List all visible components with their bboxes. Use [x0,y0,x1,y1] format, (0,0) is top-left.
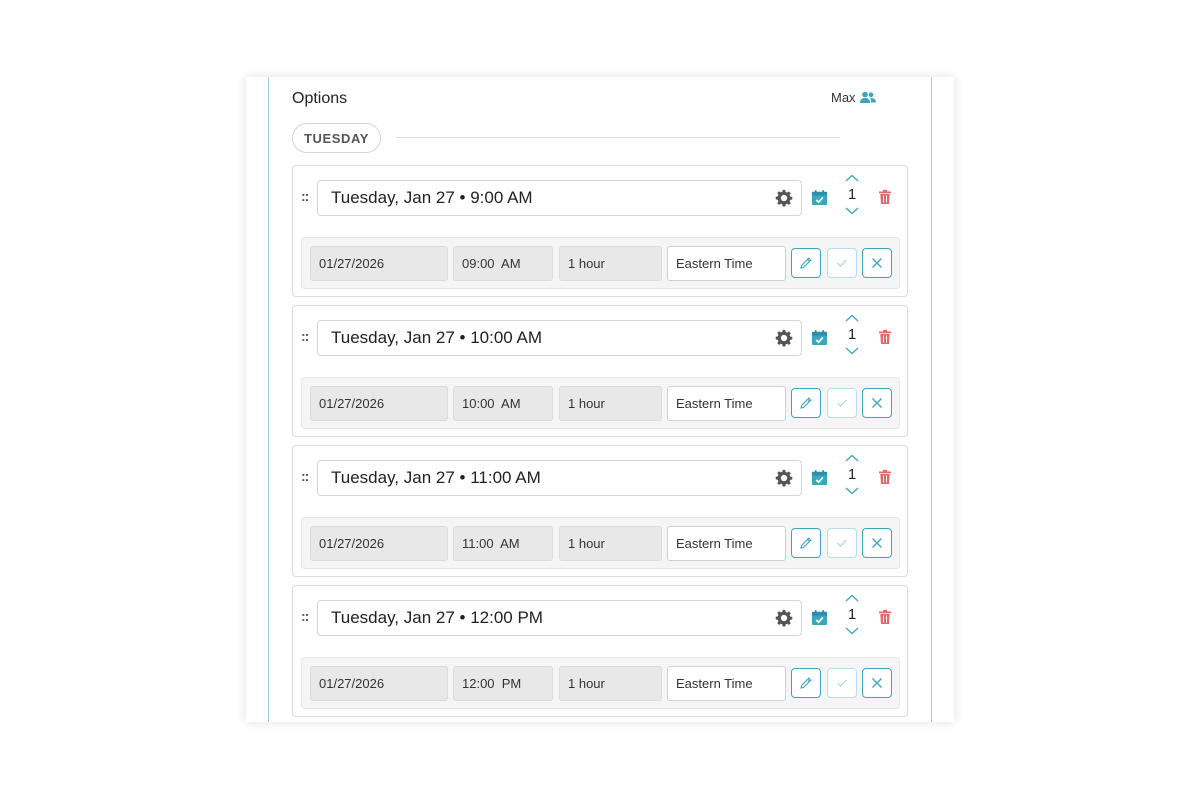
trash-icon[interactable] [878,469,892,485]
close-icon [872,258,882,268]
timezone-field[interactable]: Eastern Time [667,386,786,421]
quantity-value: 1 [847,606,857,623]
check-icon [837,259,847,267]
trash-icon[interactable] [878,329,892,345]
check-icon [837,399,847,407]
timezone-field[interactable]: Eastern Time [667,526,786,561]
calendar-icon[interactable] [811,469,828,486]
time-slot-card: :: Tuesday, Jan 27 • 10:00 AM 1 01/27/20… [292,305,908,437]
slot-title: Tuesday, Jan 27 • 9:00 AM [331,188,533,207]
pencil-icon [800,537,812,549]
slot-title-field[interactable]: Tuesday, Jan 27 • 10:00 AM [317,320,802,356]
confirm-button[interactable] [827,248,857,278]
timezone-field[interactable]: Eastern Time [667,666,786,701]
chevron-down-icon[interactable] [845,207,859,215]
chevron-down-icon[interactable] [845,487,859,495]
page: Options Max TUESDAY :: Tuesday, Jan 27 •… [0,0,1200,800]
slot-title: Tuesday, Jan 27 • 11:00 AM [331,468,541,487]
cancel-button[interactable] [862,248,892,278]
cancel-button[interactable] [862,668,892,698]
chevron-up-icon[interactable] [845,314,859,322]
date-field[interactable]: 01/27/2026 [310,386,448,421]
calendar-icon[interactable] [811,329,828,346]
timezone-field[interactable]: Eastern Time [667,246,786,281]
close-icon [872,678,882,688]
edit-button[interactable] [791,248,821,278]
gear-icon[interactable] [775,329,793,347]
date-field[interactable]: 01/27/2026 [310,526,448,561]
slot-title-field[interactable]: Tuesday, Jan 27 • 11:00 AM [317,460,802,496]
cancel-button[interactable] [862,528,892,558]
quantity-stepper[interactable]: 1 [841,454,863,502]
calendar-icon[interactable] [811,609,828,626]
chevron-up-icon[interactable] [845,594,859,602]
gear-icon[interactable] [775,609,793,627]
check-icon [837,539,847,547]
slot-edit-row: 01/27/2026 10:00 AM 1 hour Eastern Time [301,377,900,429]
slot-title: Tuesday, Jan 27 • 10:00 AM [331,328,543,347]
duration-field[interactable]: 1 hour [559,246,662,281]
day-divider [396,137,840,138]
users-icon [859,91,876,103]
slot-edit-row: 01/27/2026 11:00 AM 1 hour Eastern Time [301,517,900,569]
gear-icon[interactable] [775,189,793,207]
quantity-value: 1 [847,326,857,343]
quantity-stepper[interactable]: 1 [841,314,863,362]
chevron-up-icon[interactable] [845,454,859,462]
quantity-value: 1 [847,186,857,203]
cancel-button[interactable] [862,388,892,418]
drag-handle-icon[interactable]: :: [301,188,309,204]
edit-button[interactable] [791,528,821,558]
duration-field[interactable]: 1 hour [559,526,662,561]
duration-field[interactable]: 1 hour [559,666,662,701]
duration-field[interactable]: 1 hour [559,386,662,421]
max-header: Max [831,90,876,105]
check-icon [837,679,847,687]
drag-handle-icon[interactable]: :: [301,608,309,624]
max-label: Max [831,90,856,105]
trash-icon[interactable] [878,189,892,205]
trash-icon[interactable] [878,609,892,625]
day-group-pill[interactable]: TUESDAY [292,123,381,153]
slot-title-field[interactable]: Tuesday, Jan 27 • 12:00 PM [317,600,802,636]
time-slot-card: :: Tuesday, Jan 27 • 12:00 PM 1 01/27/20… [292,585,908,717]
calendar-icon[interactable] [811,189,828,206]
options-title: Options [292,90,348,107]
pencil-icon [800,257,812,269]
time-field[interactable]: 09:00 AM [453,246,553,281]
confirm-button[interactable] [827,668,857,698]
confirm-button[interactable] [827,388,857,418]
slot-edit-row: 01/27/2026 09:00 AM 1 hour Eastern Time [301,237,900,289]
quantity-stepper[interactable]: 1 [841,594,863,642]
chevron-down-icon[interactable] [845,347,859,355]
time-slot-card: :: Tuesday, Jan 27 • 11:00 AM 1 01/27/20… [292,445,908,577]
time-field[interactable]: 10:00 AM [453,386,553,421]
chevron-down-icon[interactable] [845,627,859,635]
close-icon [872,398,882,408]
gear-icon[interactable] [775,469,793,487]
time-field[interactable]: 12:00 PM [453,666,553,701]
slot-title-field[interactable]: Tuesday, Jan 27 • 9:00 AM [317,180,802,216]
time-slot-card: :: Tuesday, Jan 27 • 9:00 AM 1 01/27/202… [292,165,908,297]
confirm-button[interactable] [827,528,857,558]
slot-edit-row: 01/27/2026 12:00 PM 1 hour Eastern Time [301,657,900,709]
date-field[interactable]: 01/27/2026 [310,666,448,701]
drag-handle-icon[interactable]: :: [301,328,309,344]
time-field[interactable]: 11:00 AM [453,526,553,561]
pencil-icon [800,397,812,409]
pencil-icon [800,677,812,689]
quantity-value: 1 [847,466,857,483]
date-field[interactable]: 01/27/2026 [310,246,448,281]
drag-handle-icon[interactable]: :: [301,468,309,484]
close-icon [872,538,882,548]
chevron-up-icon[interactable] [845,174,859,182]
quantity-stepper[interactable]: 1 [841,174,863,222]
edit-button[interactable] [791,668,821,698]
slot-title: Tuesday, Jan 27 • 12:00 PM [331,608,543,627]
edit-button[interactable] [791,388,821,418]
